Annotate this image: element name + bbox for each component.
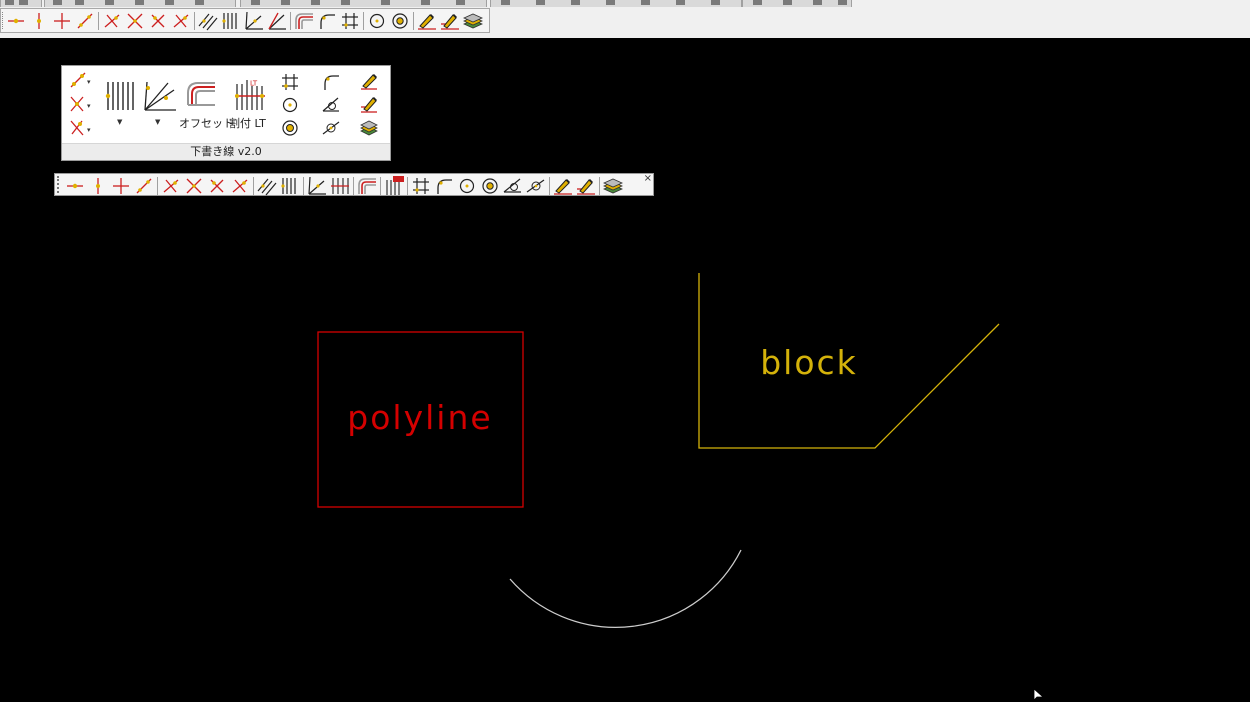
- x-cross-icon[interactable]: [147, 10, 169, 32]
- pencil-edit-icon[interactable]: [416, 10, 438, 32]
- x-line-icon[interactable]: [124, 10, 146, 32]
- tangent-line-icon[interactable]: [525, 175, 547, 197]
- top-toolbar-2[interactable]: [44, 0, 236, 7]
- tangent-circle-icon[interactable]: [502, 175, 524, 197]
- floating-toolbar-grip[interactable]: [57, 176, 62, 193]
- drafting-line-ribbon-panel: ▾ ▾ ▾ ▼ ▼ オフセット LT 割付 LT 下書き線 v2.0: [61, 65, 391, 161]
- toolbar-separator: [407, 177, 408, 195]
- toolbar-separator: [549, 177, 550, 195]
- angle-cross-icon[interactable]: [229, 175, 251, 197]
- toolbar-separator: [194, 12, 195, 30]
- ribbon-panel-title[interactable]: 下書き線 v2.0: [62, 143, 390, 160]
- angle-cross-icon[interactable]: [160, 175, 182, 197]
- drafting-line-toolbar-docked: [0, 8, 490, 33]
- parallel-lines-icon[interactable]: [220, 10, 242, 32]
- angle-red-icon[interactable]: [266, 10, 288, 32]
- cross-line-tool-dropdown[interactable]: ▾: [68, 94, 92, 114]
- svg-text:LT: LT: [250, 80, 258, 88]
- toolbar-separator: [599, 177, 600, 195]
- x-cross-icon[interactable]: [206, 175, 228, 197]
- offset-label[interactable]: オフセット: [179, 115, 234, 131]
- pencil-erase-icon[interactable]: [575, 175, 597, 197]
- arc[interactable]: [509, 549, 742, 628]
- offset-icon[interactable]: [185, 79, 219, 109]
- arc-fillet-icon[interactable]: [316, 10, 338, 32]
- arc-fillet-icon[interactable]: [321, 72, 341, 92]
- top-toolbar-area: [0, 0, 1250, 38]
- layers-icon[interactable]: [462, 10, 484, 32]
- toolbar-separator: [98, 12, 99, 30]
- divide-lt-label[interactable]: 割付 LT: [229, 115, 266, 131]
- top-toolbar-5[interactable]: [742, 0, 852, 7]
- pencil-erase-icon[interactable]: [359, 94, 379, 114]
- top-toolbar-row-1: [0, 0, 1250, 7]
- grid-hash-icon[interactable]: [339, 10, 361, 32]
- angle-cross-icon[interactable]: [170, 10, 192, 32]
- pencil-edit-icon[interactable]: [359, 71, 379, 91]
- parallel-lines-icon[interactable]: [104, 80, 136, 114]
- layers-icon[interactable]: [359, 118, 379, 138]
- layers-icon[interactable]: [602, 175, 624, 197]
- toolbar-separator: [413, 12, 414, 30]
- point-on-line-icon[interactable]: [5, 10, 27, 32]
- close-icon[interactable]: ×: [644, 174, 652, 184]
- parallel-dropdown-arrow[interactable]: ▼: [117, 118, 122, 126]
- x-line-icon[interactable]: [183, 175, 205, 197]
- grid-hash-icon[interactable]: [280, 72, 300, 92]
- circle-center-icon[interactable]: [456, 175, 478, 197]
- angle-cross-icon[interactable]: [101, 10, 123, 32]
- grid-hash-icon[interactable]: [410, 175, 432, 197]
- parallel-diagonal-icon[interactable]: [197, 10, 219, 32]
- top-toolbar-4[interactable]: [490, 0, 742, 7]
- cross-line-icon[interactable]: [110, 175, 132, 197]
- two-point-line-icon[interactable]: [74, 10, 96, 32]
- intersect-line-tool-dropdown[interactable]: ▾: [68, 118, 92, 138]
- svg-text:▾: ▾: [87, 102, 91, 110]
- parallel-diagonal-icon[interactable]: [256, 175, 278, 197]
- toolbar-separator: [157, 177, 158, 195]
- divide-lines-icon[interactable]: [329, 175, 351, 197]
- concentric-circle-icon[interactable]: [479, 175, 501, 197]
- parallel-lines-icon[interactable]: [279, 175, 301, 197]
- two-point-line-icon[interactable]: [133, 175, 155, 197]
- polyline-rectangle[interactable]: [317, 331, 524, 508]
- toolbar-separator: [253, 177, 254, 195]
- polyline-text: polyline: [347, 398, 492, 437]
- point-on-line-icon[interactable]: [64, 175, 86, 197]
- toolbar-separator: [380, 177, 381, 195]
- circle-center-icon[interactable]: [366, 10, 388, 32]
- top-toolbar-1[interactable]: [0, 0, 42, 7]
- vertical-line-icon[interactable]: [87, 175, 109, 197]
- svg-text:▾: ▾: [87, 78, 91, 86]
- angle-lines-icon[interactable]: [306, 175, 328, 197]
- vertical-line-icon[interactable]: [28, 10, 50, 32]
- angle-dropdown-arrow[interactable]: ▼: [155, 118, 160, 126]
- pencil-edit-icon[interactable]: [552, 175, 574, 197]
- tangent-circle-icon[interactable]: [321, 95, 341, 115]
- toolbar-separator: [290, 12, 291, 30]
- angle-lines-icon[interactable]: [142, 80, 178, 114]
- line-tool-dropdown[interactable]: ▾: [68, 70, 92, 90]
- top-toolbar-3[interactable]: [240, 0, 487, 7]
- concentric-circle-icon[interactable]: [389, 10, 411, 32]
- toolbar-separator: [363, 12, 364, 30]
- concentric-circle-icon[interactable]: [280, 118, 300, 138]
- divide-lt-icon[interactable]: LT: [232, 78, 268, 112]
- block-shape[interactable]: [698, 273, 1000, 449]
- tangent-line-icon[interactable]: [321, 118, 341, 138]
- cross-line-icon[interactable]: [51, 10, 73, 32]
- divide-lt-icon[interactable]: [383, 175, 405, 197]
- block-text: block: [760, 343, 858, 382]
- toolbar-separator: [303, 177, 304, 195]
- svg-text:▾: ▾: [87, 126, 91, 134]
- offset-icon[interactable]: [356, 175, 378, 197]
- circle-center-icon[interactable]: [280, 95, 300, 115]
- angle-lines-icon[interactable]: [243, 10, 265, 32]
- pencil-erase-icon[interactable]: [439, 10, 461, 32]
- drafting-line-toolbar-floating: ×: [54, 173, 654, 196]
- offset-icon[interactable]: [293, 10, 315, 32]
- toolbar-separator: [353, 177, 354, 195]
- arc-fillet-icon[interactable]: [433, 175, 455, 197]
